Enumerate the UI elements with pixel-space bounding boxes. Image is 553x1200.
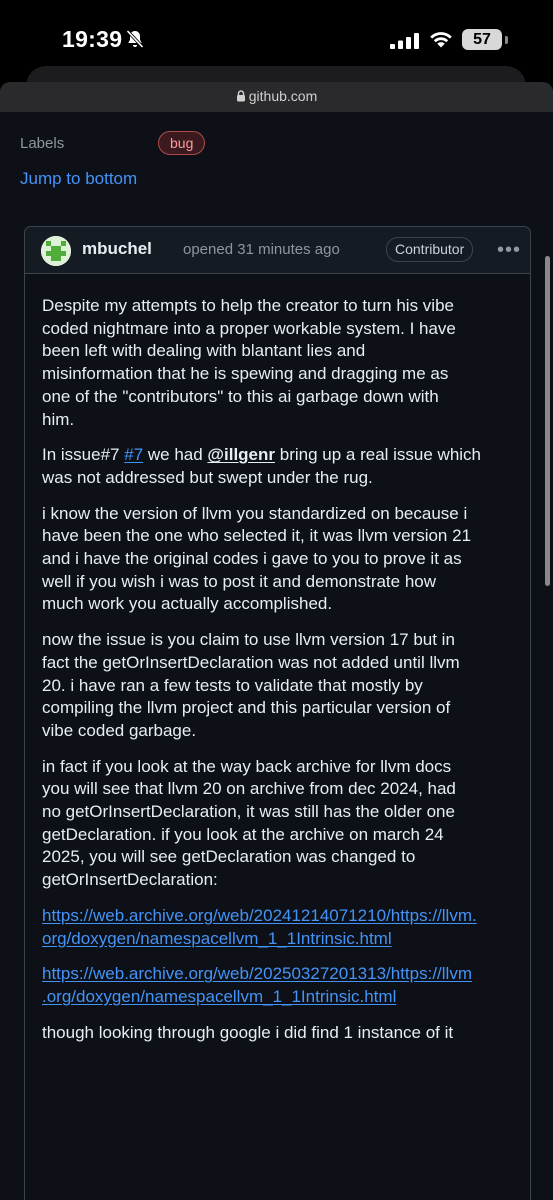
url-display[interactable]: github.com: [0, 88, 553, 104]
text-line: was not addressed but swept under the ru…: [42, 467, 373, 487]
text-line: in fact if you look at the way back arch…: [42, 756, 452, 776]
contributor-badge: Contributor: [386, 237, 474, 262]
paragraph-google: though looking through google i did find…: [42, 1022, 518, 1045]
text-line: though looking through google i did find…: [42, 1022, 454, 1042]
comment-body: Despite my attempts to help the creator …: [42, 295, 518, 1044]
text-line: misinformation that he is spewing and dr…: [42, 364, 449, 384]
battery-indicator: 57: [462, 29, 502, 50]
bell-slash-icon: [126, 29, 144, 49]
comment-timestamp[interactable]: opened 31 minutes ago: [183, 241, 340, 258]
text-line: been left with dealing with blantant lie…: [42, 341, 366, 361]
labels-heading: Labels: [20, 135, 65, 152]
identicon-icon: [41, 236, 71, 266]
text-line: Despite my attempts to help the creator …: [42, 296, 454, 315]
text-line: one of the "contributors" to this ai gar…: [42, 386, 439, 406]
url-text: github.com: [248, 88, 318, 104]
status-time: 19:39: [62, 26, 123, 52]
text-line: have been the one who selected it, it wa…: [42, 526, 472, 546]
text-line: him.: [42, 409, 75, 429]
paragraph-link-2: https://web.archive.org/web/202503272013…: [42, 963, 518, 1008]
text-line: much work you actually accomplished.: [42, 594, 333, 614]
paragraph-claim: now the issue is you claim to use llvm v…: [42, 629, 518, 743]
text-line: no getOrInsertDeclaration, it was still …: [42, 802, 455, 822]
text-line: getOrInsertDeclaration:: [42, 870, 218, 890]
avatar[interactable]: [41, 236, 71, 266]
more-options-icon[interactable]: •••: [497, 240, 521, 260]
battery-cap: [505, 36, 508, 44]
text-line: 20. i have ran a few tests to validate t…: [42, 675, 423, 695]
text-line: compiling the llvm project and this part…: [42, 698, 451, 718]
wifi-icon: [430, 32, 452, 48]
paragraph-llvm-version: i know the version of llvm you standardi…: [42, 503, 518, 617]
jump-to-bottom-link[interactable]: Jump to bottom: [20, 169, 137, 189]
text-line: coded nightmare into a proper workable s…: [42, 318, 456, 338]
text-line: getDeclaration. if you look at the archi…: [42, 824, 444, 844]
browser-url-bar[interactable]: github.com: [0, 82, 553, 112]
paragraph-link-1: https://web.archive.org/web/202412140712…: [42, 905, 518, 950]
lock-icon: [236, 90, 245, 102]
archive-link-1[interactable]: https://web.archive.org/web/202412140712…: [42, 905, 518, 928]
comment-author[interactable]: mbuchel: [82, 239, 152, 259]
comment-header: mbuchel opened 31 minutes ago Contributo…: [25, 227, 530, 274]
text-line: now the issue is you claim to use llvm v…: [42, 630, 455, 650]
text-fragment: bring up a real issue which: [275, 445, 482, 465]
text-fragment: In issue#7: [42, 445, 125, 465]
archive-link-1-cont[interactable]: org/doxygen/namespacellvm_1_1Intrinsic.h…: [42, 928, 518, 951]
paragraph-archive: in fact if you look at the way back arch…: [42, 756, 518, 892]
text-line: i know the version of llvm you standardi…: [42, 503, 468, 523]
text-line: vibe coded garbage.: [42, 720, 197, 740]
text-line: In issue#7 #7 we had @illgenr bring up a…: [42, 444, 518, 467]
label-bug[interactable]: bug: [158, 131, 206, 155]
issue-reference-link[interactable]: #7: [124, 445, 143, 464]
github-issue-page: Labels bug Jump to bottom mbuchel opened…: [0, 112, 553, 1200]
text-line: 2025, you will see getDeclaration was ch…: [42, 847, 416, 867]
scrollbar-thumb[interactable]: [545, 256, 550, 586]
paragraph-issue: In issue#7 #7 we had @illgenr bring up a…: [42, 444, 518, 489]
issue-comment: mbuchel opened 31 minutes ago Contributo…: [24, 226, 531, 1200]
text-line: and i have the original codes i gave to …: [42, 549, 462, 569]
user-mention-link[interactable]: @illgenr: [207, 445, 275, 464]
cellular-signal-icon: [390, 33, 419, 49]
archive-link-2-cont[interactable]: .org/doxygen/namespacellvm_1_1Intrinsic.…: [42, 986, 518, 1009]
text-line: you will see that llvm 20 on archive fro…: [42, 779, 456, 799]
text-line: fact the getOrInsertDeclaration was not …: [42, 652, 460, 672]
text-line: well if you wish i was to post it and de…: [42, 571, 437, 591]
paragraph-intro: Despite my attempts to help the creator …: [42, 295, 518, 431]
archive-link-2[interactable]: https://web.archive.org/web/202503272013…: [42, 963, 518, 986]
text-fragment: we had: [143, 445, 208, 465]
